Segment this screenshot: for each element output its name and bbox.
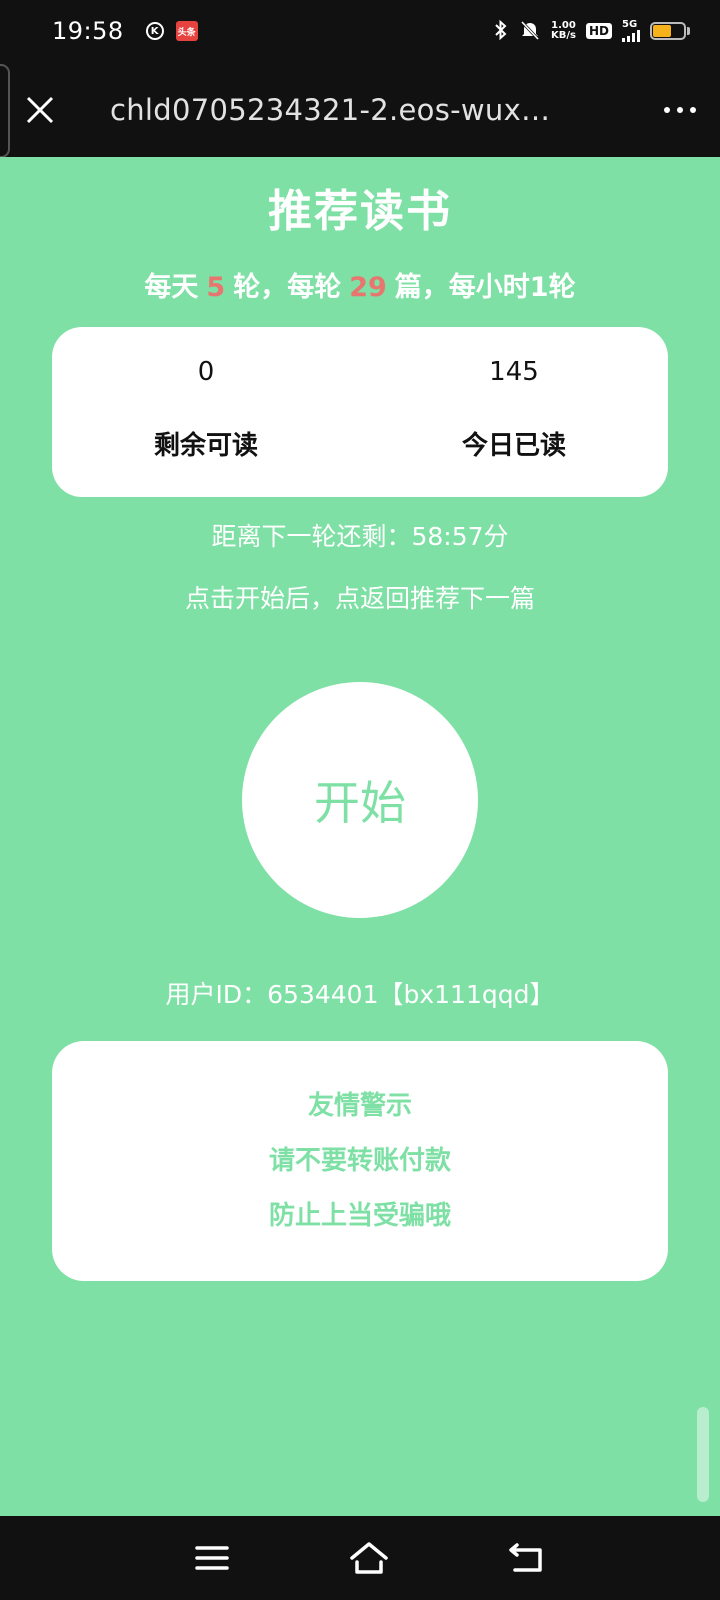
remaining-stat: 0 剩余可读 (52, 327, 360, 497)
bluetooth-icon (493, 19, 509, 44)
warning-card: 友情警示 请不要转账付款 防止上当受骗哦 (52, 1041, 668, 1281)
start-button[interactable]: 开始 (242, 682, 478, 918)
remaining-label: 剩余可读 (153, 431, 258, 461)
rule-part1: 每天 (144, 272, 199, 303)
network-speed-unit: KB/s (551, 30, 576, 41)
instruction-hint: 点击开始后，点返回推荐下一篇 (184, 584, 535, 613)
user-id: 用户ID：6534401【bx111qqd】 (165, 980, 555, 1009)
read-today-count: 145 (489, 357, 539, 387)
window-edge (0, 64, 10, 158)
system-nav-bar (0, 1516, 720, 1600)
status-bar: 19:58 K 头条 1.00 KB/s HD 5G (0, 0, 720, 62)
warning-title: 友情警示 (307, 1091, 412, 1121)
battery-fill (653, 25, 671, 37)
more-options-button[interactable] (640, 62, 720, 157)
more-dot (690, 106, 696, 113)
network-speed: 1.00 KB/s (551, 21, 576, 41)
status-app-icons: K 头条 (145, 21, 198, 41)
reading-rules: 每天 5 轮，每轮 29 篇，每小时1轮 (0, 265, 720, 304)
hd-badge: HD (585, 23, 612, 39)
rule-part2: 轮，每轮 (233, 272, 342, 303)
mute-bell-icon (519, 19, 541, 44)
page-title: 推荐读书 (268, 186, 452, 237)
articles-per-round: 29 (349, 272, 387, 303)
warning-line-2: 请不要转账付款 (268, 1146, 451, 1176)
signal-bars-icon (622, 30, 640, 42)
read-today-label: 今日已读 (461, 431, 566, 461)
back-icon (509, 1543, 542, 1572)
stats-card: 0 剩余可读 145 今日已读 (52, 327, 668, 497)
home-icon (350, 1542, 388, 1574)
close-button[interactable] (0, 62, 80, 157)
next-round-countdown: 距离下一轮还剩：58:57分 (211, 522, 509, 551)
network-type: 5G (622, 19, 638, 30)
menu-button[interactable] (190, 1536, 234, 1580)
signal-indicator: 5G (622, 20, 640, 42)
more-dot (664, 106, 670, 113)
rule-part3: 篇，每小时1轮 (394, 272, 576, 303)
home-button[interactable] (347, 1536, 391, 1580)
rounds-per-day: 5 (206, 272, 226, 303)
warning-line-3: 防止上当受骗哦 (268, 1201, 451, 1231)
battery-icon (650, 22, 690, 40)
menu-icon (195, 1546, 229, 1570)
browser-toolbar: chld0705234321-2.eos-wux… (0, 62, 720, 158)
more-dot (677, 106, 683, 113)
scrollbar-thumb[interactable] (697, 1407, 709, 1502)
page-content: 推荐读书 每天 5 轮，每轮 29 篇，每小时1轮 0 剩余可读 145 今日已读 距离… (0, 157, 720, 1516)
status-time: 19:58 (52, 17, 124, 45)
read-today-stat: 145 今日已读 (360, 327, 668, 497)
close-icon (26, 96, 54, 123)
page-url[interactable]: chld0705234321-2.eos-wux… (110, 93, 620, 127)
toutiao-app-icon: 头条 (175, 21, 198, 41)
status-indicators: 1.00 KB/s HD 5G (493, 19, 690, 44)
remaining-count: 0 (197, 357, 215, 387)
back-button[interactable] (504, 1536, 548, 1580)
k-app-icon: K (145, 22, 164, 40)
